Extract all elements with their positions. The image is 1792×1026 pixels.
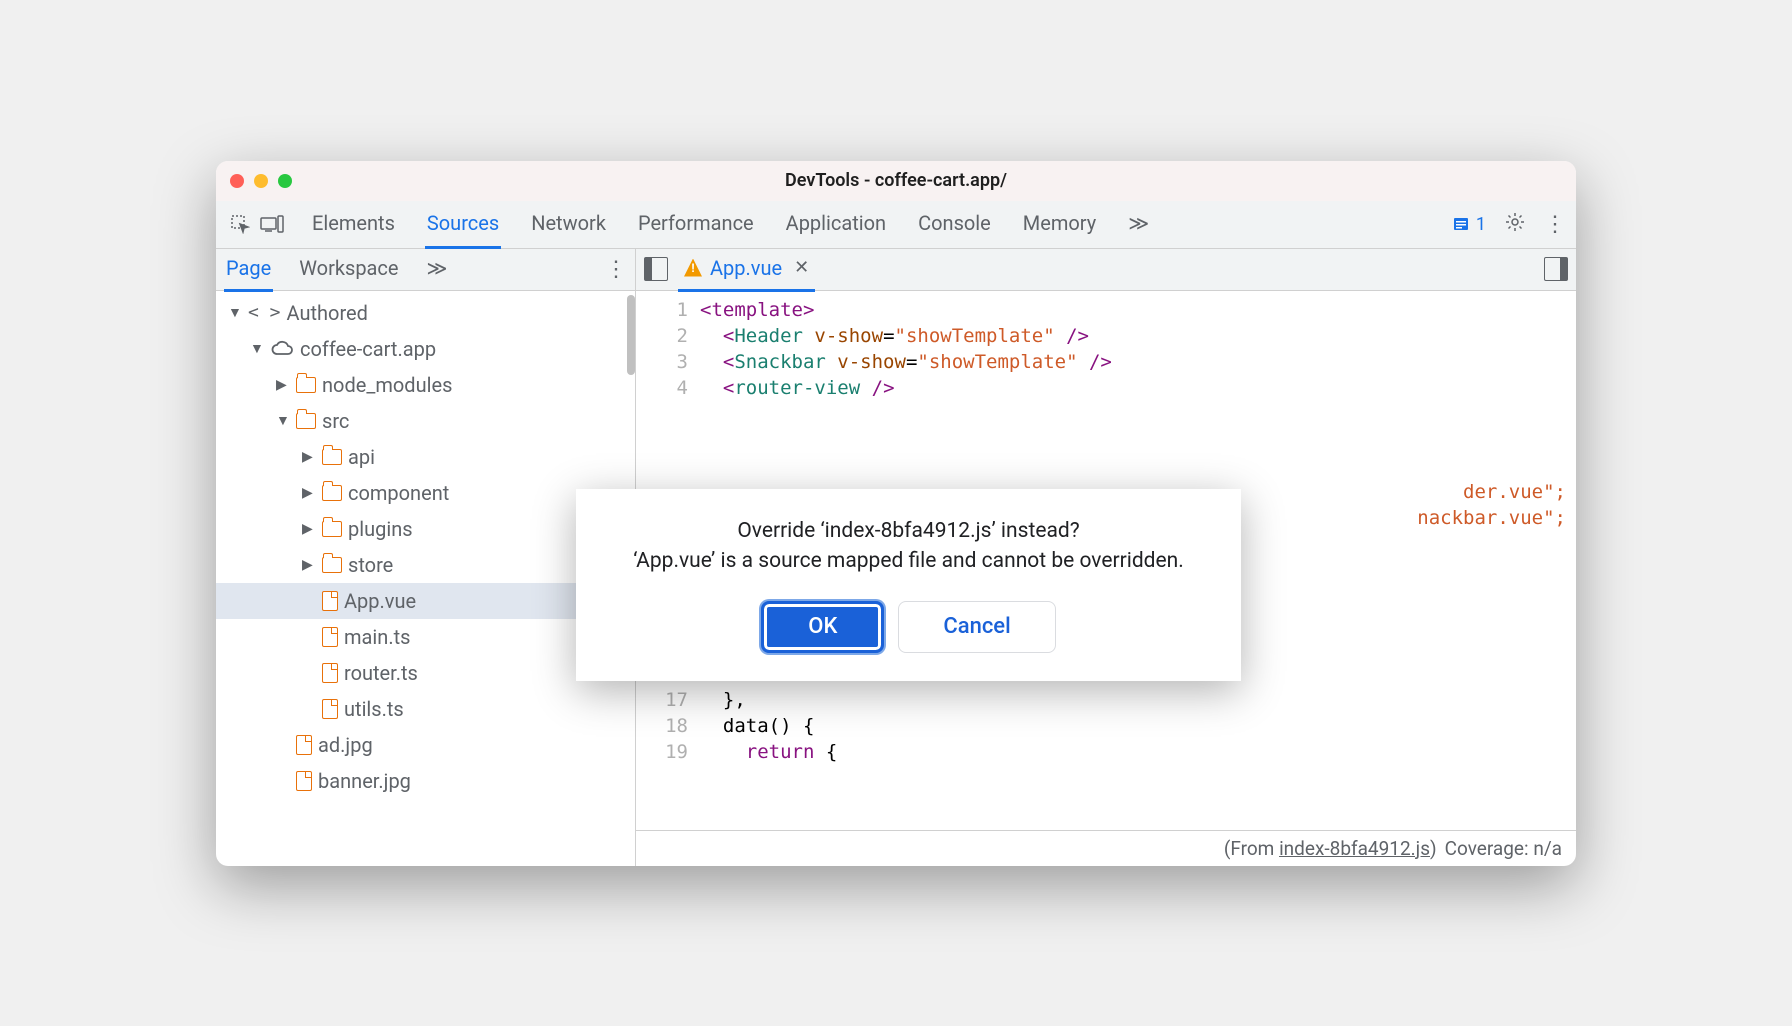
maximize-icon[interactable] bbox=[278, 174, 292, 188]
devtools-window: DevTools - coffee-cart.app/ Elements Sou… bbox=[216, 161, 1576, 866]
tab-network[interactable]: Network bbox=[529, 200, 608, 249]
nav-more-icon[interactable]: ⋮ bbox=[605, 257, 627, 282]
cloud-icon bbox=[270, 337, 294, 361]
tree-site[interactable]: ▼coffee-cart.app bbox=[216, 331, 635, 367]
folder-icon bbox=[322, 449, 342, 465]
dialog-title: Override ‘index-8bfa4912.js’ instead? bbox=[737, 519, 1079, 543]
close-icon[interactable] bbox=[230, 174, 244, 188]
inspect-icon[interactable] bbox=[226, 210, 254, 238]
warning-icon: ! bbox=[684, 259, 702, 277]
editor-statusbar: (From index-8bfa4912.js) Coverage: n/a bbox=[636, 830, 1576, 866]
navigator-tabs: Page Workspace ≫ ⋮ bbox=[216, 249, 635, 291]
editor-tab-label: App.vue bbox=[710, 256, 782, 280]
editor-tabs: ! App.vue ✕ bbox=[636, 249, 1576, 291]
cancel-button[interactable]: Cancel bbox=[898, 601, 1055, 653]
titlebar: DevTools - coffee-cart.app/ bbox=[216, 161, 1576, 201]
tree-ad-jpg[interactable]: ad.jpg bbox=[216, 727, 635, 763]
tree-api[interactable]: ▶api bbox=[216, 439, 635, 475]
toggle-debugger-icon[interactable] bbox=[1544, 257, 1568, 281]
toolbar-right: 1 ⋮ bbox=[1452, 211, 1566, 237]
authored-icon: < > bbox=[248, 302, 281, 323]
tree-component[interactable]: ▶component bbox=[216, 475, 635, 511]
dialog-subtitle: ‘App.vue’ is a source mapped file and ca… bbox=[633, 549, 1184, 573]
file-icon bbox=[296, 771, 312, 791]
folder-icon bbox=[296, 377, 316, 393]
tree-utils-ts[interactable]: utils.ts bbox=[216, 691, 635, 727]
tab-memory[interactable]: Memory bbox=[1021, 200, 1098, 249]
tree-plugins[interactable]: ▶plugins bbox=[216, 511, 635, 547]
source-map-from: (From index-8bfa4912.js) bbox=[1224, 837, 1437, 860]
navigator-sidebar: Page Workspace ≫ ⋮ ▼< >Authored ▼coffee-… bbox=[216, 249, 636, 866]
override-dialog: Override ‘index-8bfa4912.js’ instead? ‘A… bbox=[576, 489, 1241, 681]
file-icon bbox=[322, 591, 338, 611]
tab-performance[interactable]: Performance bbox=[636, 200, 756, 249]
traffic-lights bbox=[230, 174, 292, 188]
folder-icon bbox=[322, 521, 342, 537]
tree-node-modules[interactable]: ▶node_modules bbox=[216, 367, 635, 403]
file-icon bbox=[322, 663, 338, 683]
ok-button[interactable]: OK bbox=[761, 601, 884, 653]
dialog-buttons: OK Cancel bbox=[761, 601, 1055, 653]
nav-tab-workspace[interactable]: Workspace bbox=[297, 249, 400, 292]
nav-tab-page[interactable]: Page bbox=[224, 249, 273, 292]
tab-sources[interactable]: Sources bbox=[425, 200, 501, 249]
folder-icon bbox=[322, 557, 342, 573]
folder-icon bbox=[296, 413, 316, 429]
tree-src[interactable]: ▼src bbox=[216, 403, 635, 439]
toggle-navigator-icon[interactable] bbox=[644, 257, 668, 281]
minimize-icon[interactable] bbox=[254, 174, 268, 188]
more-icon[interactable]: ⋮ bbox=[1544, 212, 1566, 237]
tree-main-ts[interactable]: main.ts bbox=[216, 619, 635, 655]
panel-tabs: Elements Sources Network Performance App… bbox=[310, 200, 1448, 249]
tree-app-vue[interactable]: App.vue bbox=[216, 583, 635, 619]
file-icon bbox=[322, 699, 338, 719]
settings-icon[interactable] bbox=[1504, 211, 1526, 237]
tree-router-ts[interactable]: router.ts bbox=[216, 655, 635, 691]
nav-tabs-overflow-icon[interactable]: ≫ bbox=[425, 249, 450, 292]
issue-count: 1 bbox=[1476, 214, 1486, 235]
tab-console[interactable]: Console bbox=[916, 200, 993, 249]
file-icon bbox=[322, 627, 338, 647]
tab-elements[interactable]: Elements bbox=[310, 200, 397, 249]
folder-icon bbox=[322, 485, 342, 501]
window-title: DevTools - coffee-cart.app/ bbox=[785, 170, 1007, 191]
tree-authored[interactable]: ▼< >Authored bbox=[216, 295, 635, 331]
tree-store[interactable]: ▶store bbox=[216, 547, 635, 583]
close-tab-icon[interactable]: ✕ bbox=[794, 257, 809, 278]
tab-application[interactable]: Application bbox=[784, 200, 888, 249]
file-icon bbox=[296, 735, 312, 755]
coverage-label: Coverage: n/a bbox=[1445, 837, 1562, 860]
file-tree: ▼< >Authored ▼coffee-cart.app ▶node_modu… bbox=[216, 291, 635, 866]
tabs-overflow-icon[interactable]: ≫ bbox=[1126, 200, 1151, 249]
source-map-link[interactable]: index-8bfa4912.js bbox=[1279, 837, 1430, 860]
device-icon[interactable] bbox=[258, 210, 286, 238]
issues-badge[interactable]: 1 bbox=[1452, 214, 1486, 235]
main-toolbar: Elements Sources Network Performance App… bbox=[216, 201, 1576, 249]
editor-tab-app-vue[interactable]: ! App.vue ✕ bbox=[678, 249, 815, 292]
tree-banner-jpg[interactable]: banner.jpg bbox=[216, 763, 635, 799]
tree-scrollbar[interactable] bbox=[627, 295, 635, 375]
